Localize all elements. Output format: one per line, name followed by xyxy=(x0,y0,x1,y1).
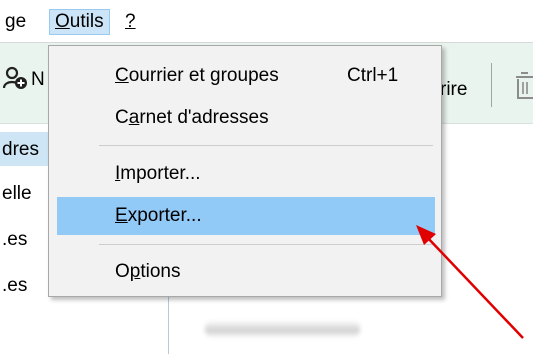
red-arrow-annotation xyxy=(416,225,524,339)
